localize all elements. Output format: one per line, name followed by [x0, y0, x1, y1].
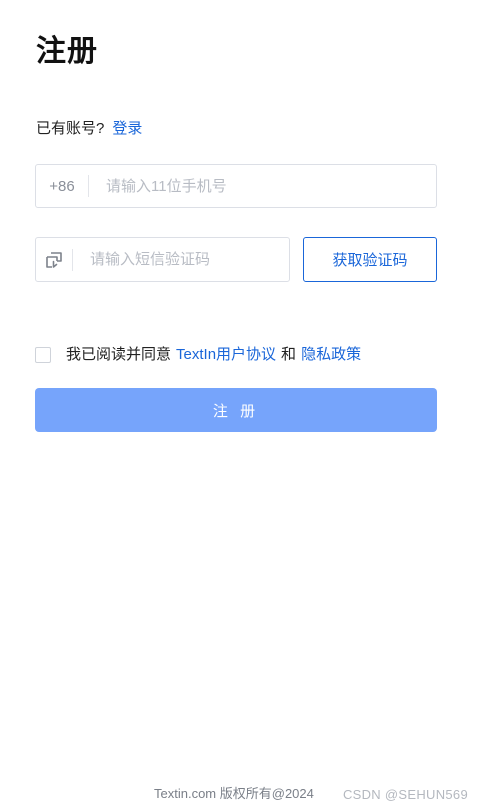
phone-input[interactable]: [89, 165, 436, 207]
login-link[interactable]: 登录: [112, 120, 142, 137]
user-agreement-link[interactable]: TextIn用户协议: [176, 345, 276, 365]
country-code[interactable]: +86: [36, 178, 88, 195]
sms-code-field: [35, 237, 290, 282]
get-code-button[interactable]: 获取验证码: [303, 237, 437, 282]
agreement-prefix: 我已阅读并同意: [66, 346, 172, 363]
account-prompt: 已有账号? 登录: [36, 118, 142, 140]
agreement-checkbox[interactable]: [35, 347, 51, 363]
privacy-policy-link[interactable]: 隐私政策: [301, 345, 361, 365]
register-page: 注册 已有账号? 登录 +86 获取验证码 我已阅读并同意 TextIn用户协议 …: [0, 0, 482, 810]
register-button[interactable]: 注 册: [35, 388, 437, 432]
phone-field: +86: [35, 164, 437, 208]
agreement-row: 我已阅读并同意 TextIn用户协议 和 隐私政策: [35, 345, 361, 365]
sms-code-icon: [36, 250, 72, 270]
footer-copyright: Textin.com 版权所有@2024: [154, 786, 314, 801]
csdn-watermark: CSDN @SEHUN569: [342, 787, 468, 802]
page-title: 注册: [36, 35, 98, 68]
account-prompt-text: 已有账号?: [36, 120, 105, 137]
agreement-conjunction: 和: [281, 346, 297, 363]
sms-code-input[interactable]: [73, 238, 289, 281]
